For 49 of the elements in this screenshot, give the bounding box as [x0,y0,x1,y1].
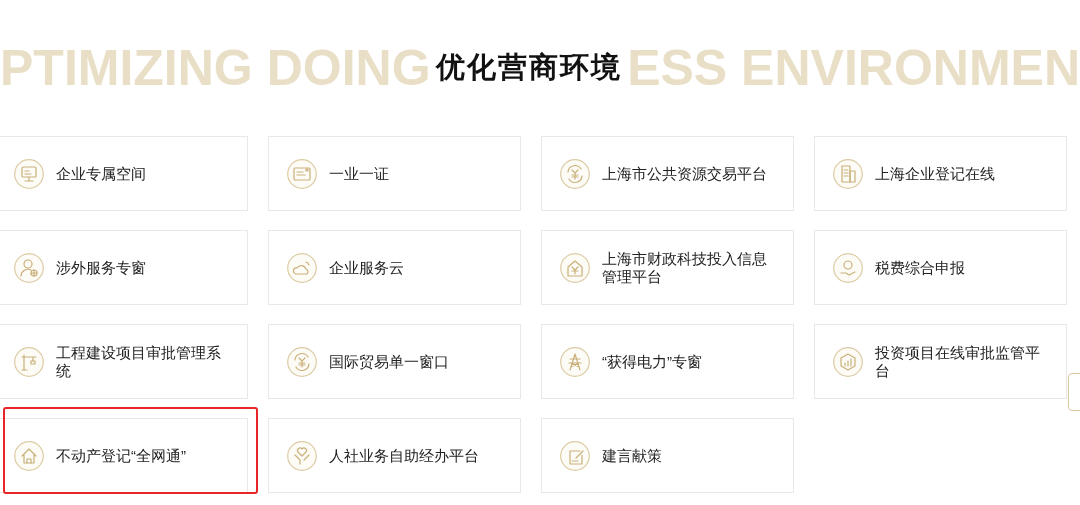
service-label: 人社业务自助经办平台 [329,446,479,465]
service-label: 涉外服务专窗 [56,258,146,277]
service-card[interactable]: 建言献策 [541,418,794,493]
card-icon [287,158,317,189]
service-card[interactable]: 人社业务自助经办平台 [268,418,521,493]
service-card[interactable]: 企业服务云 [268,230,521,305]
service-label: 投资项目在线审批监管平台 [875,343,1041,380]
service-label: “获得电力”专窗 [602,352,702,371]
service-card[interactable]: 上海企业登记在线 [814,136,1067,211]
service-card[interactable]: 上海市财政科技投入信息管理平台 [541,230,794,305]
service-label: 国际贸易单一窗口 [329,352,449,371]
cloud-icon [287,252,317,283]
crane-icon [14,346,44,377]
service-card[interactable]: 不动产登记“全网通” [0,418,248,493]
service-label: 上海市公共资源交易平台 [602,164,767,183]
hand-coin-icon [833,252,863,283]
service-card[interactable]: 企业专属空间 [0,136,248,211]
yen-cycle-icon [560,158,590,189]
yen-cycle-icon [287,346,317,377]
chart-icon [833,346,863,377]
backdrop-text: PTIMIZING DOING [0,43,431,93]
service-label: 一业一证 [329,164,389,183]
service-card[interactable]: 工程建设项目审批管理系统 [0,324,248,399]
service-label: 企业服务云 [329,258,404,277]
backdrop-text: ESS ENVIRONMEN [627,43,1080,93]
house-icon [14,440,44,471]
heart-hand-icon [287,440,317,471]
service-label: 企业专属空间 [56,164,146,183]
service-card[interactable]: 涉外服务专窗 [0,230,248,305]
service-label: 上海市财政科技投入信息管理平台 [602,249,768,286]
service-card[interactable]: 税费综合申报 [814,230,1067,305]
tower-icon [560,346,590,377]
service-label: 上海企业登记在线 [875,164,995,183]
service-card[interactable]: 投资项目在线审批监管平台 [814,324,1067,399]
edit-icon [560,440,590,471]
service-label: 不动产登记“全网通” [56,446,186,465]
side-tab[interactable] [1068,373,1080,411]
person-globe-icon [14,252,44,283]
service-card[interactable]: 国际贸易单一窗口 [268,324,521,399]
service-card[interactable]: “获得电力”专窗 [541,324,794,399]
service-label: 建言献策 [602,446,662,465]
service-card[interactable]: 上海市公共资源交易平台 [541,136,794,211]
service-card[interactable]: 一业一证 [268,136,521,211]
service-label: 税费综合申报 [875,258,965,277]
service-label: 工程建设项目审批管理系统 [56,343,222,380]
section-title: 优化营商环境 [435,50,622,85]
yen-house-icon [560,252,590,283]
building-icon [833,158,863,189]
monitor-icon [14,158,44,189]
